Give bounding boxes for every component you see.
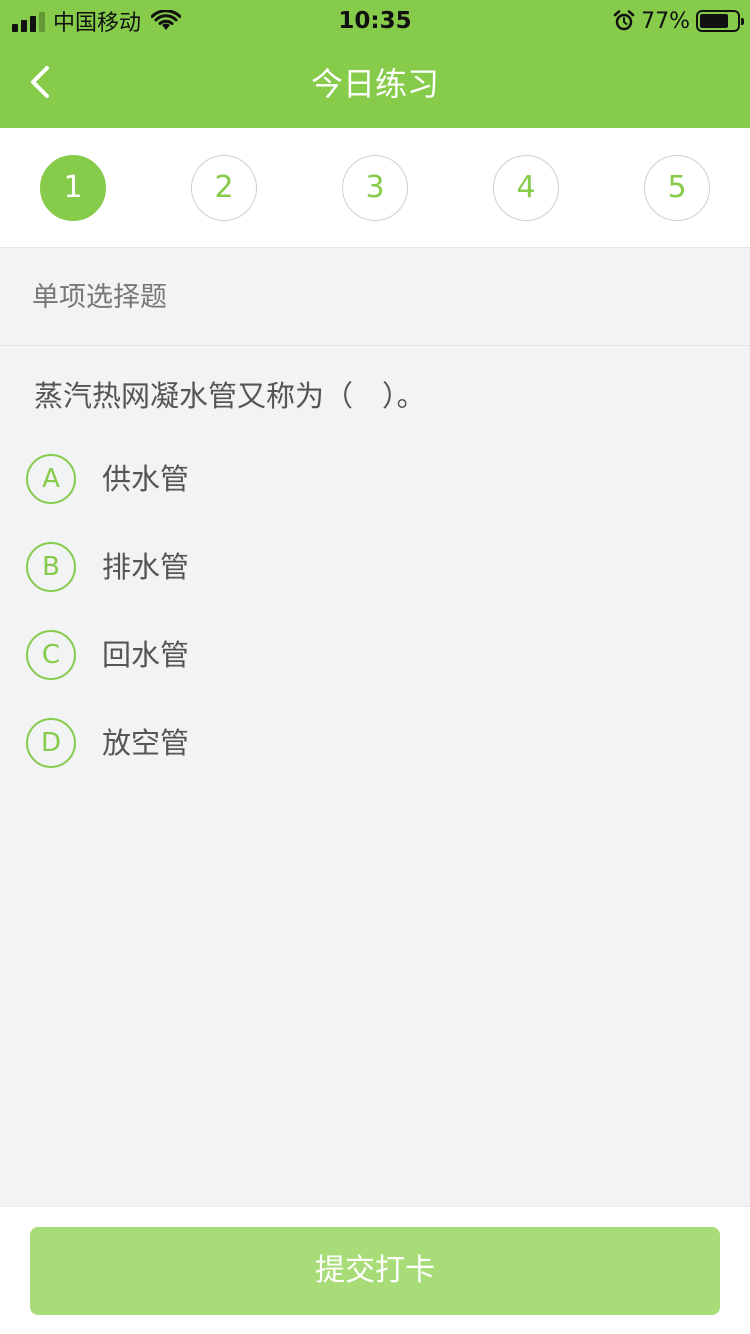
option-text: 排水管 (102, 550, 190, 584)
app-header: 中国移动 10:35 77% 今日练习 (0, 0, 750, 128)
option-text: 供水管 (102, 462, 190, 496)
option-badge: D (26, 718, 76, 768)
question-type-label: 单项选择题 (32, 282, 167, 313)
question-number-4[interactable]: 4 (493, 155, 559, 221)
nav-bar: 今日练习 (0, 40, 750, 128)
question-number-3[interactable]: 3 (342, 155, 408, 221)
page-title: 今日练习 (310, 65, 439, 103)
status-right: 77% (613, 6, 744, 36)
option-text: 放空管 (102, 726, 190, 760)
battery-icon (696, 10, 744, 32)
status-bar: 中国移动 10:35 77% (0, 0, 750, 40)
option-badge: A (26, 454, 76, 504)
option-badge: C (26, 630, 76, 680)
option-d[interactable]: D 放空管 (26, 714, 716, 774)
battery-percent: 77% (641, 8, 690, 34)
option-b[interactable]: B 排水管 (26, 538, 716, 598)
battery-fill (700, 14, 728, 28)
question-number-bar: 1 2 3 4 5 (0, 128, 750, 248)
question-number-1[interactable]: 1 (40, 155, 106, 221)
question-number-5[interactable]: 5 (644, 155, 710, 221)
submit-checkin-button[interactable]: 提交打卡 (30, 1227, 720, 1315)
option-a[interactable]: A 供水管 (26, 450, 716, 510)
option-c[interactable]: C 回水管 (26, 626, 716, 686)
option-badge: B (26, 542, 76, 592)
question-text: 蒸汽热网凝水管又称为（ ）。 (34, 379, 426, 413)
question-type-section: 单项选择题 (0, 248, 750, 346)
bottom-bar: 提交打卡 (0, 1206, 750, 1334)
option-text: 回水管 (102, 638, 190, 672)
question-number-2[interactable]: 2 (191, 155, 257, 221)
alarm-icon (613, 10, 635, 31)
